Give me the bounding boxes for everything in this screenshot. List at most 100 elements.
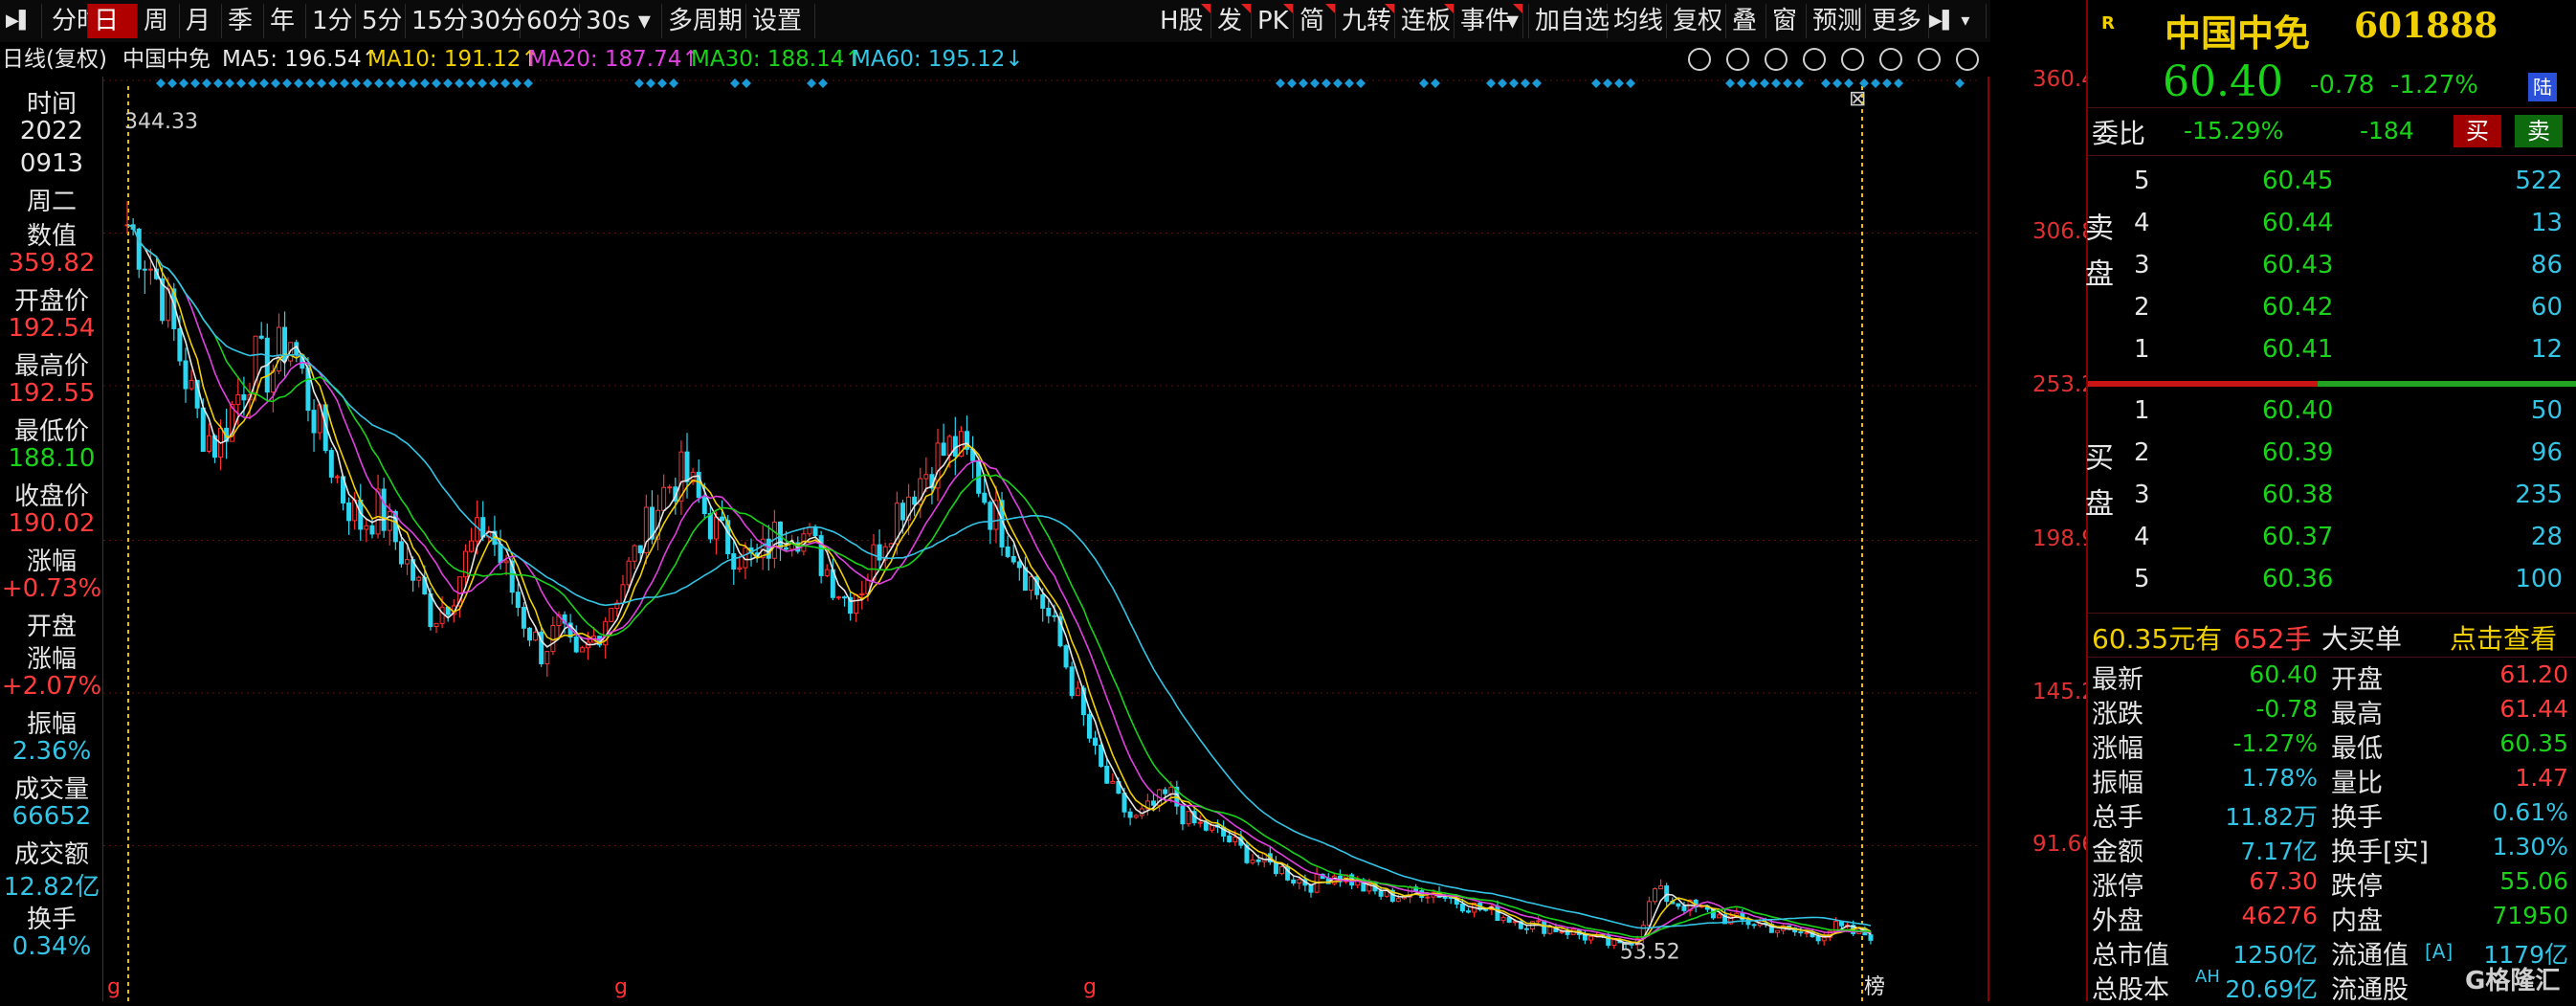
toolbar-item-5[interactable]: 年 — [264, 4, 306, 38]
toolbar-item-16[interactable]: PK — [1252, 4, 1294, 38]
toolbar-item-1[interactable]: 日 — [88, 4, 138, 38]
toolbar-item-27[interactable]: 更多 — [1866, 4, 1929, 38]
stat-value: 61.44 — [2499, 695, 2568, 723]
event-diamond — [1783, 78, 1792, 88]
event-diamond — [420, 78, 430, 88]
sell-side-label: 卖盘 — [2079, 212, 2113, 304]
candle-body — [835, 596, 841, 599]
toolbar-item-15[interactable]: 发 — [1211, 4, 1252, 38]
chart-period-label[interactable]: 日线(复权) — [2, 42, 107, 77]
candle-body — [1588, 935, 1593, 941]
candle-body — [189, 379, 194, 390]
candle-body — [364, 525, 369, 530]
lock-icon[interactable] — [1879, 48, 1902, 71]
low-label: 最低价 — [13, 417, 89, 446]
candle-body — [515, 592, 521, 609]
candle-body — [1676, 903, 1681, 907]
stat-label: 最新 — [2092, 665, 2143, 695]
candle-body — [1459, 904, 1465, 912]
buy-button[interactable]: 买 — [2454, 115, 2501, 147]
event-diamond — [1344, 78, 1354, 88]
toolbar-item-21[interactable]: 加自选 — [1529, 4, 1610, 38]
event-diamond — [1299, 78, 1308, 88]
last-price: 60.40 — [2163, 57, 2283, 106]
stat-value: -0.78 — [2255, 695, 2318, 723]
stat-label: 总手 — [2092, 803, 2143, 833]
event-diamond — [1955, 78, 1965, 88]
bid-price: 60.37 — [2262, 523, 2334, 551]
price-change-pct: -1.27% — [2390, 71, 2478, 100]
candle-body — [1086, 714, 1092, 739]
undo-icon[interactable] — [1803, 48, 1826, 71]
bottom-marker: g — [1083, 975, 1097, 999]
zoom-out-icon[interactable] — [1956, 48, 1979, 71]
ma20-label: MA20: 187.74↑ — [528, 47, 700, 72]
toolbar-item-17[interactable]: 简 — [1294, 4, 1336, 38]
stat-value: 1250亿 — [2232, 941, 2318, 969]
candle-body — [1099, 745, 1104, 768]
high-label: 最高价 — [13, 352, 89, 381]
toolbar-item-6[interactable]: 1分 — [306, 4, 356, 38]
close-marker-icon[interactable]: ⊠ — [1849, 87, 1866, 111]
candle-body — [1029, 576, 1034, 592]
toolbar-item-26[interactable]: 预测 — [1807, 4, 1866, 38]
event-diamond — [409, 78, 418, 88]
toolbar-item-2[interactable]: 周 — [138, 4, 180, 38]
event-diamond — [477, 78, 487, 88]
toolbar-item-19[interactable]: 连板 — [1395, 4, 1455, 38]
bid-price: 60.36 — [2262, 565, 2334, 593]
toolbar-item-24[interactable]: 叠 — [1726, 4, 1766, 38]
panel-toggle-icon[interactable]: ▶▌ — [0, 4, 42, 38]
candle-body — [1227, 835, 1232, 842]
toolbar-item-25[interactable]: 窗 — [1766, 4, 1807, 38]
toolbar-item-10[interactable]: 60分 — [521, 4, 583, 38]
big-order-link[interactable]: 点击查看 — [2450, 618, 2557, 657]
toolbar-item-13[interactable]: 设置 — [746, 4, 815, 38]
turnover-value: 0.34% — [11, 932, 92, 961]
event-diamond — [466, 78, 476, 88]
toolbar-item-7[interactable]: 5分 — [356, 4, 406, 38]
kline-chart[interactable]: 344.33 53.52 g g g 榜 ⊠ — [103, 77, 1990, 1001]
toolbar-item-22[interactable]: 均线 — [1608, 4, 1667, 38]
candle-body — [1040, 593, 1046, 609]
toolbar-item-11[interactable]: 30s ▾ — [580, 4, 662, 38]
toolbar-item-8[interactable]: 15分 — [406, 4, 468, 38]
sell-button[interactable]: 卖 — [2515, 115, 2563, 147]
eye-icon[interactable] — [1688, 48, 1711, 71]
candle-body — [1664, 885, 1670, 903]
ma10-label: MA10: 191.12↑ — [367, 47, 540, 72]
bid-vol: 50 — [2530, 396, 2563, 425]
event-diamond — [1771, 78, 1781, 88]
zoom-in-icon[interactable] — [1918, 48, 1941, 71]
a-share-badge: [A] — [2425, 940, 2454, 963]
toolbar-item-0[interactable]: 分时 — [46, 4, 101, 38]
candle-body — [1798, 931, 1804, 934]
candle-body — [1297, 879, 1302, 883]
candle-body — [1150, 800, 1156, 806]
event-diamond — [386, 78, 395, 88]
scissors-icon[interactable] — [1841, 48, 1864, 71]
toolbar-item-12[interactable]: 多周期 — [662, 4, 746, 38]
bid-level: 3 — [2134, 481, 2150, 509]
hand-icon[interactable] — [1726, 48, 1749, 71]
event-diamond — [363, 78, 372, 88]
cursor-value: 359.82 — [8, 249, 96, 278]
candle-body — [1547, 927, 1553, 934]
bottom-marker: 榜 — [1864, 975, 1885, 999]
toolbar-item-4[interactable]: 季 — [222, 4, 264, 38]
candle-body — [1197, 821, 1203, 824]
ask-vol: 12 — [2530, 335, 2563, 364]
toolbar-item-23[interactable]: 复权 — [1667, 4, 1726, 38]
open-change-label-1: 开盘 — [26, 613, 77, 641]
toolbar-item-9[interactable]: 30分 — [463, 4, 525, 38]
toolbar-item-18[interactable]: 九转 — [1336, 4, 1395, 38]
stat-label: 涨停 — [2092, 872, 2143, 902]
candle-body — [1308, 884, 1314, 893]
toolbar-item-3[interactable]: 月 — [180, 4, 222, 38]
candle-body — [784, 547, 789, 550]
toolbar-item-14[interactable]: H股 — [1154, 4, 1211, 38]
expand-right-icon[interactable]: ▶▌ ▾ — [1923, 4, 1987, 38]
candle-body — [1868, 934, 1874, 941]
play-icon[interactable] — [1765, 48, 1788, 71]
event-dropdown-icon[interactable]: ▾ — [1500, 4, 1529, 38]
